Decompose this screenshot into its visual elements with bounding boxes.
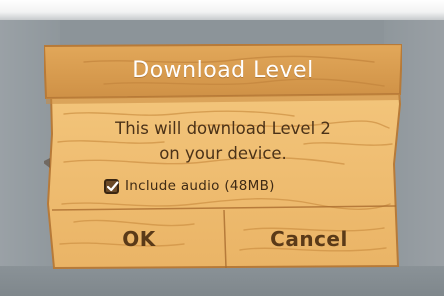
include-audio-label: Include audio (48MB) — [125, 178, 275, 194]
message-line-1: This will download Level 2 — [115, 119, 331, 138]
cancel-button[interactable]: Cancel — [224, 214, 394, 264]
message-line-2: on your device. — [159, 144, 287, 163]
download-level-dialog: Download Level This will download Level … — [44, 44, 402, 270]
dialog-message: This will download Level 2 on your devic… — [54, 116, 392, 166]
include-audio-option[interactable]: Include audio (48MB) — [104, 176, 275, 196]
include-audio-checkbox[interactable] — [104, 178, 119, 194]
background-top — [0, 0, 444, 20]
ok-button[interactable]: OK — [56, 214, 222, 264]
dialog-title: Download Level — [132, 58, 314, 83]
background-bottom — [0, 266, 444, 296]
checkmark-icon — [106, 180, 119, 191]
